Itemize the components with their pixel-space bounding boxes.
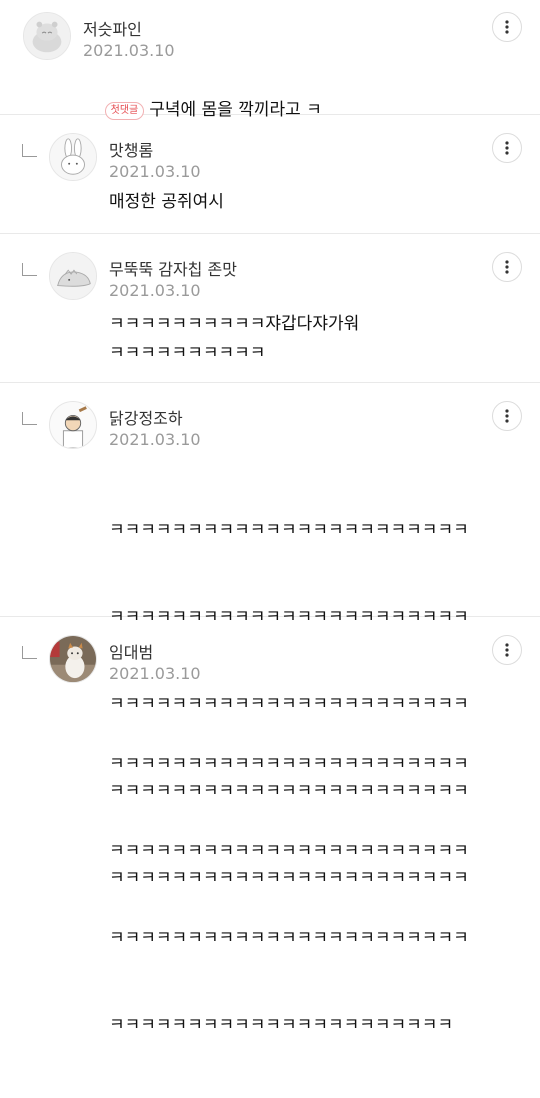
comment-text-line: ㅋㅋㅋㅋㅋㅋㅋㅋㅋㅋㅋㅋㅋㅋㅋㅋㅋㅋㅋㅋㅋㅋㅋ (109, 841, 469, 861)
reply-arrow-icon (22, 144, 37, 157)
nickname[interactable]: 닭강정조하 (109, 405, 183, 429)
avatar[interactable] (49, 252, 97, 300)
comment-text-line: ㅋㅋㅋㅋㅋㅋㅋㅋㅋㅋㅋㅋㅋㅋㅋㅋㅋㅋㅋㅋㅋㅋㅋ (109, 754, 469, 774)
nickname[interactable]: 임대범 (109, 639, 153, 663)
comment-date: 2021.03.10 (109, 281, 201, 300)
comment-text-line: ㅋㅋㅋㅋㅋㅋㅋㅋㅋㅋㅋㅋㅋㅋㅋㅋㅋㅋㅋㅋㅋㅋㅋ (109, 928, 469, 948)
dinosaur-avatar-icon (50, 253, 96, 299)
vertical-dots-icon (505, 141, 509, 155)
hippo-avatar-icon (24, 13, 70, 59)
vertical-dots-icon (505, 643, 509, 657)
reply-arrow-icon (22, 646, 37, 659)
comment-text: 매정한 공쥐여시 (109, 192, 224, 212)
comment-text: ㅋㅋㅋㅋㅋㅋㅋㅋㅋㅋㅋㅋㅋㅋㅋㅋㅋㅋㅋㅋㅋㅋㅋ ㅋㅋㅋㅋㅋㅋㅋㅋㅋㅋㅋㅋㅋㅋㅋㅋ… (109, 692, 469, 1098)
more-options-button[interactable] (492, 133, 522, 163)
more-options-button[interactable] (492, 252, 522, 282)
comment-text: ㅋㅋㅋㅋㅋㅋㅋㅋㅋㅋ쟈갑다쟈가워 ㅋㅋㅋㅋㅋㅋㅋㅋㅋㅋ (109, 310, 359, 368)
reply-comment: 무뚝뚝 감자칩 존맛 2021.03.10 ㅋㅋㅋㅋㅋㅋㅋㅋㅋㅋ쟈갑다쟈가워 ㅋㅋ… (0, 234, 540, 383)
reply-comment: 맛챙롬 2021.03.10 매정한 공쥐여시 (0, 115, 540, 234)
nickname[interactable]: 맛챙롬 (109, 137, 153, 161)
avatar[interactable] (49, 401, 97, 449)
nickname[interactable]: 무뚝뚝 감자칩 존맛 (109, 256, 237, 280)
reply-comment: 임대범 2021.03.10 ㅋㅋㅋㅋㅋㅋㅋㅋㅋㅋㅋㅋㅋㅋㅋㅋㅋㅋㅋㅋㅋㅋㅋ ㅋ… (0, 617, 540, 1035)
avatar[interactable] (23, 12, 71, 60)
comment-text-line: ㅋㅋㅋㅋㅋㅋㅋㅋㅋㅋㅋㅋㅋㅋㅋㅋㅋㅋㅋㅋㅋㅋㅋ (109, 520, 469, 540)
comment-date: 2021.03.10 (109, 430, 201, 449)
rabbit-avatar-icon (50, 134, 96, 180)
reply-arrow-icon (22, 412, 37, 425)
avatar[interactable] (49, 635, 97, 683)
vertical-dots-icon (505, 20, 509, 34)
comment: 저슷파인 2021.03.10 첫댓글 구녁에 몸을 깍끼라고 ㅋ (0, 0, 540, 120)
comment-date: 2021.03.10 (109, 162, 201, 181)
avatar[interactable] (49, 133, 97, 181)
comment-text-line: ㅋㅋㅋㅋㅋㅋㅋㅋㅋㅋ (109, 343, 266, 363)
person-avatar-icon (50, 402, 96, 448)
cat-photo-avatar-icon (50, 636, 96, 682)
vertical-dots-icon (505, 260, 509, 274)
reply-arrow-icon (22, 263, 37, 276)
comment-text-line: ㅋㅋㅋㅋㅋㅋㅋㅋㅋㅋㅋㅋㅋㅋㅋㅋㅋㅋㅋㅋㅋㅋ (109, 1015, 454, 1035)
comment-date: 2021.03.10 (109, 664, 201, 683)
more-options-button[interactable] (492, 12, 522, 42)
reply-comment: 닭강정조하 2021.03.10 ㅋㅋㅋㅋㅋㅋㅋㅋㅋㅋㅋㅋㅋㅋㅋㅋㅋㅋㅋㅋㅋㅋㅋ… (0, 383, 540, 888)
more-options-button[interactable] (492, 635, 522, 665)
nickname[interactable]: 저슷파인 (83, 16, 142, 40)
vertical-dots-icon (505, 409, 509, 423)
comment-date: 2021.03.10 (83, 41, 175, 60)
comment-text-line: ㅋㅋㅋㅋㅋㅋㅋㅋㅋㅋ쟈갑다쟈가워 (109, 314, 360, 334)
more-options-button[interactable] (492, 401, 522, 431)
